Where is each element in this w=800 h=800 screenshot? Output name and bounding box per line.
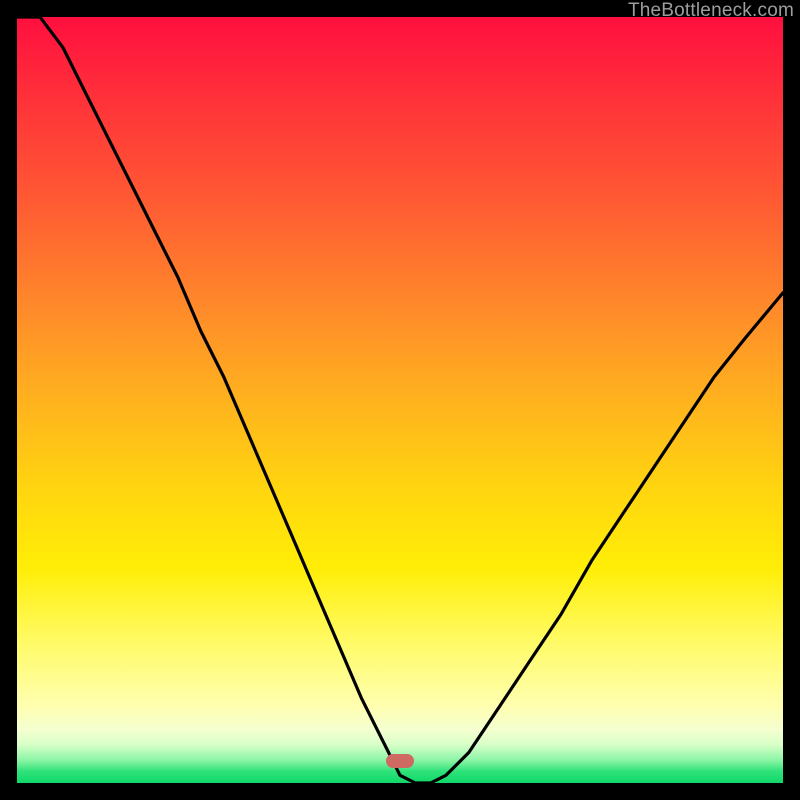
chart-frame: TheBottleneck.com (0, 0, 800, 800)
minimum-marker (386, 754, 414, 768)
plot-area (17, 17, 783, 783)
bottleneck-curve (17, 17, 783, 783)
watermark-text: TheBottleneck.com (628, 0, 794, 22)
curve-svg (17, 17, 783, 783)
